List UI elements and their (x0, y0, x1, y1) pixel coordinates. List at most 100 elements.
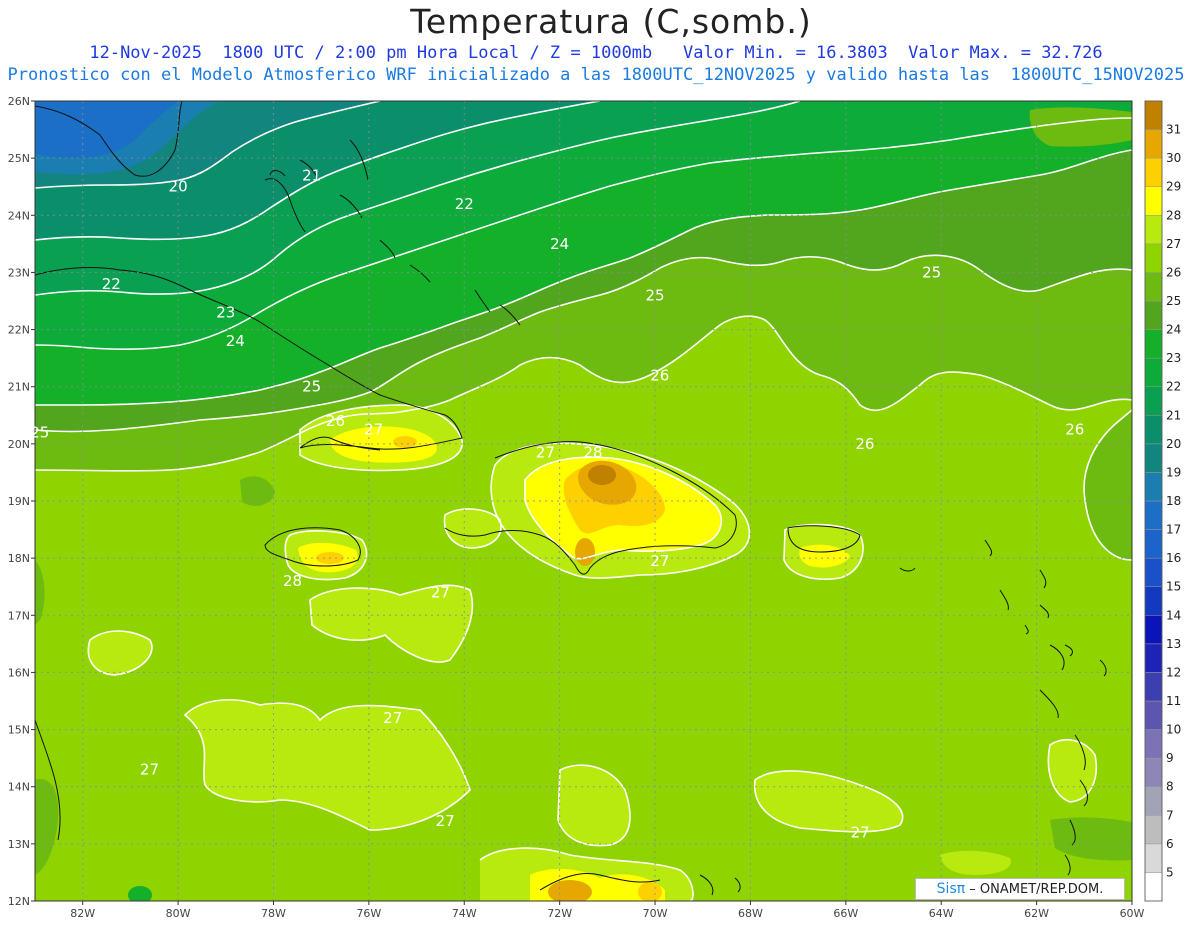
credit-box: Sisπ – ONAMET/REP.DOM. (915, 878, 1125, 900)
lon-label: 66W (833, 907, 858, 920)
map-field (35, 101, 1132, 901)
colorbar-swatch (1144, 757, 1163, 787)
colorbar-label: 30 (1166, 151, 1181, 165)
lon-label: 70W (643, 907, 668, 920)
colorbar-swatch (1144, 272, 1163, 302)
contour-label: 24 (226, 332, 245, 350)
lat-label: 21N (8, 381, 30, 394)
lat-label: 16N (8, 666, 30, 679)
colorbar-swatch (1144, 100, 1163, 130)
lat-label: 22N (8, 324, 30, 337)
colorbar-label: 31 (1166, 123, 1181, 137)
lon-label: 72W (547, 907, 572, 920)
colorbar-swatch (1144, 357, 1163, 387)
lat-label: 18N (8, 552, 30, 565)
colorbar-swatch (1144, 329, 1163, 359)
colorbar-swatch (1144, 500, 1163, 530)
contour-label: 28 (283, 572, 302, 590)
contour-label: 20 (169, 178, 188, 196)
colorbar-label: 17 (1166, 523, 1181, 537)
contour-label: 25 (922, 263, 941, 281)
colorbar-swatch (1144, 215, 1163, 245)
lat-label: 12N (8, 895, 30, 908)
lon-label: 76W (356, 907, 381, 920)
colorbar: 5 6 7 8 9 10 11 12 13 14 15 16 17 18 19 20 21 22 23 24 25 26 2… (1144, 100, 1181, 902)
contour-label: 27 (536, 443, 555, 461)
colorbar-label: 18 (1166, 494, 1181, 508)
lat-label: 13N (8, 838, 30, 851)
contour-label: 25 (645, 286, 664, 304)
lon-label: 60W (1120, 907, 1145, 920)
colorbar-label: 21 (1166, 408, 1181, 422)
colorbar-swatch (1144, 186, 1163, 216)
lon-label: 64W (929, 907, 954, 920)
contour-label: 28 (583, 443, 602, 461)
colorbar-label: 9 (1166, 751, 1174, 765)
contour-label: 26 (855, 435, 874, 453)
lat-label: 25N (8, 152, 30, 165)
contour-label: 26 (650, 366, 669, 384)
temperature-map: 26N 25N 24N 23N 22N 21N 20N 19N 18N 17N 16N 15N 14N 1… (8, 95, 1182, 920)
colorbar-swatch (1144, 672, 1163, 702)
colorbar-swatch (1144, 586, 1163, 616)
lat-label: 24N (8, 209, 30, 222)
lat-label: 26N (8, 95, 30, 108)
colorbar-swatch (1144, 243, 1163, 273)
credit-brand: Sisπ (936, 881, 966, 897)
colorbar-label: 29 (1166, 180, 1181, 194)
colorbar-label: 28 (1166, 208, 1181, 222)
contour-label: 25 (302, 378, 321, 396)
contour-label: 27 (851, 823, 870, 841)
colorbar-label: 19 (1166, 465, 1181, 479)
colorbar-swatch (1144, 643, 1163, 673)
lat-label: 19N (8, 495, 30, 508)
contour-label: 25 (30, 423, 49, 441)
lon-label: 74W (452, 907, 477, 920)
colorbar-label: 14 (1166, 608, 1181, 622)
lat-label: 23N (8, 266, 30, 279)
colorbar-label: 15 (1166, 580, 1181, 594)
colorbar-label: 25 (1166, 294, 1181, 308)
colorbar-swatch (1144, 529, 1163, 559)
colorbar-swatch (1144, 443, 1163, 473)
contour-label: 27 (436, 812, 455, 830)
contour-label: 27 (383, 709, 402, 727)
colorbar-label: 13 (1166, 637, 1181, 651)
colorbar-label: 7 (1166, 808, 1174, 822)
colorbar-swatch (1144, 157, 1163, 187)
colorbar-label: 27 (1166, 237, 1181, 251)
contour-label: 21 (302, 166, 321, 184)
contour-label: 27 (431, 583, 450, 601)
colorbar-swatch (1144, 815, 1163, 845)
lat-label: 15N (8, 724, 30, 737)
contour-label: 27 (140, 761, 159, 779)
colorbar-label: 22 (1166, 380, 1181, 394)
contour-label: 27 (650, 552, 669, 570)
colorbar-label: 11 (1166, 694, 1181, 708)
colorbar-swatch (1144, 872, 1163, 902)
colorbar-swatch (1144, 615, 1163, 645)
contour-label: 26 (1065, 421, 1084, 439)
colorbar-label: 6 (1166, 837, 1174, 851)
lat-label: 14N (8, 781, 30, 794)
colorbar-label: 12 (1166, 665, 1181, 679)
colorbar-label: 26 (1166, 265, 1181, 279)
colorbar-swatch (1144, 729, 1163, 759)
credit-text: – ONAMET/REP.DOM. (965, 882, 1104, 897)
lon-label: 62W (1024, 907, 1049, 920)
lat-label: 20N (8, 438, 30, 451)
lon-label: 68W (738, 907, 763, 920)
lat-label: 17N (8, 609, 30, 622)
contour-label: 22 (102, 275, 121, 293)
colorbar-swatch (1144, 472, 1163, 502)
colorbar-label: 24 (1166, 323, 1181, 337)
colorbar-label: 10 (1166, 723, 1181, 737)
colorbar-label: 5 (1166, 865, 1174, 879)
contour-label: 26 (326, 412, 345, 430)
lon-label: 78W (261, 907, 286, 920)
lon-label: 82W (70, 907, 95, 920)
colorbar-label: 20 (1166, 437, 1181, 451)
colorbar-swatch (1144, 786, 1163, 816)
lon-label: 80W (166, 907, 191, 920)
colorbar-swatch (1144, 300, 1163, 330)
